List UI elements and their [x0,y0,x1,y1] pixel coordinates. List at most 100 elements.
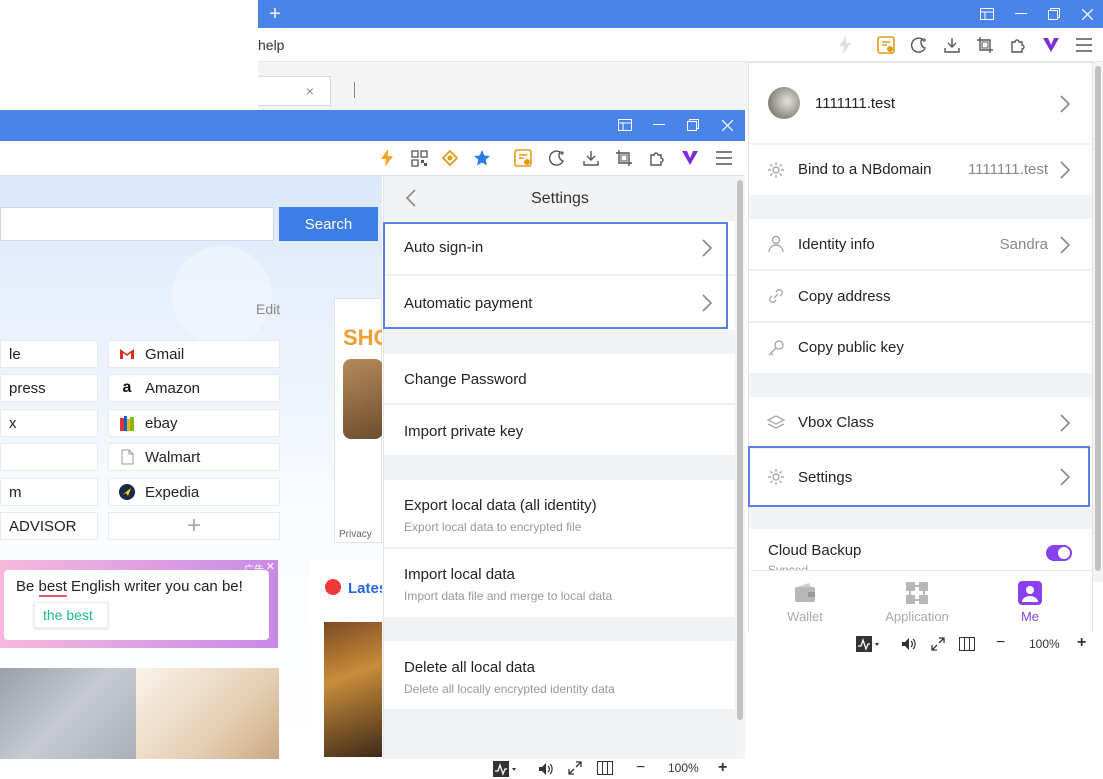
coupon-plugin-icon[interactable] [439,147,461,169]
bolt-icon[interactable] [376,147,398,169]
search-input[interactable] [0,207,274,241]
text-cursor [354,82,355,98]
import-private-key-row[interactable]: Import private key [384,405,735,455]
volume-icon[interactable] [901,636,917,652]
account-panel: 1111111.test Bind to a NBdomain 1111111.… [748,62,1093,632]
zoom-out-button[interactable]: − [996,634,1005,652]
extension-icon[interactable] [646,147,668,169]
quick-link-tile[interactable]: ADVISOR [0,512,98,540]
download-icon[interactable] [941,34,963,56]
nav-application-label: Application [885,609,949,624]
account-row[interactable]: 1111111.test [749,63,1092,143]
latest-news-card: Lates [310,561,382,759]
moon-icon[interactable] [546,147,568,169]
ad-banner[interactable]: 广告 ✕ Be best English writer you can be! … [0,560,278,648]
news-image[interactable] [0,668,136,759]
download-icon[interactable] [580,147,602,169]
minimize-icon[interactable] [642,111,676,139]
vbox-icon[interactable] [1040,34,1062,56]
pulse-icon[interactable] [493,761,517,777]
zoom-in-button[interactable]: + [718,759,727,777]
qr-code-icon[interactable] [408,147,430,169]
news-image[interactable] [136,668,279,759]
quick-link-ebay[interactable]: ebay [108,409,280,437]
new-tab-button[interactable]: + [258,0,292,28]
new-tab-page: Search Edit le press x m ADVISOR Gmail a… [0,176,382,759]
bolt-icon[interactable] [834,34,856,56]
vbox-class-row[interactable]: Vbox Class [749,397,1092,448]
back-window-titlebar: + [258,0,1103,28]
extension-icon[interactable] [1007,34,1029,56]
quick-link-label: Amazon [145,379,201,397]
quick-link-gmail[interactable]: Gmail [108,340,280,368]
coupon-icon[interactable] [875,34,897,56]
copy-public-key-row[interactable]: Copy public key [749,323,1092,373]
export-local-data-row[interactable]: Export local data (all identity) Export … [384,480,735,548]
food-image[interactable] [324,622,382,757]
quick-link-tile[interactable] [0,443,98,471]
fullscreen-icon[interactable] [568,761,582,775]
moon-icon[interactable] [908,34,930,56]
crop-icon[interactable] [613,147,635,169]
coupon-icon[interactable] [512,147,534,169]
cloud-backup-toggle[interactable] [1046,545,1072,561]
vbox-icon[interactable] [679,147,701,169]
delete-local-data-row[interactable]: Delete all local data Delete all locally… [384,641,735,709]
pulse-icon[interactable] [856,636,880,652]
change-password-row[interactable]: Change Password [384,354,735,404]
quick-link-tile[interactable]: le [0,340,98,368]
quick-link-tile[interactable]: press [0,374,98,402]
wallet-icon [795,583,815,602]
privacy-label[interactable]: Privacy [339,529,372,540]
search-button[interactable]: Search [279,207,378,241]
quick-link-tile[interactable]: x [0,409,98,437]
person-icon [768,235,784,253]
export-local-data-subtitle: Export local data to encrypted file [404,520,582,534]
close-icon[interactable] [1070,0,1103,28]
settings-scrollbar[interactable] [735,176,745,759]
quick-link-walmart[interactable]: Walmart [108,443,280,471]
split-view-icon[interactable] [959,637,975,651]
change-password-label: Change Password [404,371,527,388]
quick-link-amazon[interactable]: a Amazon [108,374,280,402]
copy-address-row[interactable]: Copy address [749,271,1092,322]
edit-link[interactable]: Edit [256,301,280,317]
tab-close-icon[interactable]: × [306,83,314,99]
front-status-bar: − 100% + [0,759,745,779]
nav-wallet[interactable]: Wallet [765,581,845,624]
sidebar-toggle-icon[interactable] [608,111,642,139]
gmail-icon [117,344,137,364]
add-quick-link-button[interactable]: + [108,512,280,540]
zoom-in-button[interactable]: + [1077,634,1086,652]
account-panel-scrollbar[interactable] [1093,62,1103,582]
restore-icon[interactable] [676,111,710,139]
close-icon[interactable] [710,111,744,139]
nav-me[interactable]: Me [990,581,1070,624]
chevron-right-icon [1060,161,1070,179]
bind-nbdomain-row[interactable]: Bind to a NBdomain 1111111.test [749,145,1092,195]
back-tab[interactable]: × [258,76,331,106]
fullscreen-icon[interactable] [931,637,945,651]
identity-info-row[interactable]: Identity info Sandra [749,219,1092,270]
volume-icon[interactable] [538,761,554,777]
sidebar-toggle-icon[interactable] [970,0,1004,28]
nav-application[interactable]: Application [877,581,957,624]
import-local-data-row[interactable]: Import local data Import data file and m… [384,549,735,617]
scroll-thumb[interactable] [737,180,743,720]
ad-text: Be best English writer you can be! [16,578,243,597]
minimize-icon[interactable] [1004,0,1038,28]
split-view-icon[interactable] [597,761,613,775]
zoom-out-button[interactable]: − [636,759,645,777]
menu-help[interactable]: help [258,37,284,53]
delete-local-data-label: Delete all local data [404,659,535,676]
menu-icon[interactable] [1073,34,1095,56]
export-local-data-label: Export local data (all identity) [404,497,597,514]
restore-icon[interactable] [1037,0,1071,28]
scroll-thumb[interactable] [1095,66,1101,571]
crop-icon[interactable] [974,34,996,56]
quick-link-tile[interactable]: m [0,478,98,506]
bookmark-star-icon[interactable] [471,147,493,169]
quick-link-expedia[interactable]: Expedia [108,478,280,506]
menu-icon[interactable] [713,147,735,169]
shopping-ad[interactable]: SHO Privacy [334,298,382,543]
